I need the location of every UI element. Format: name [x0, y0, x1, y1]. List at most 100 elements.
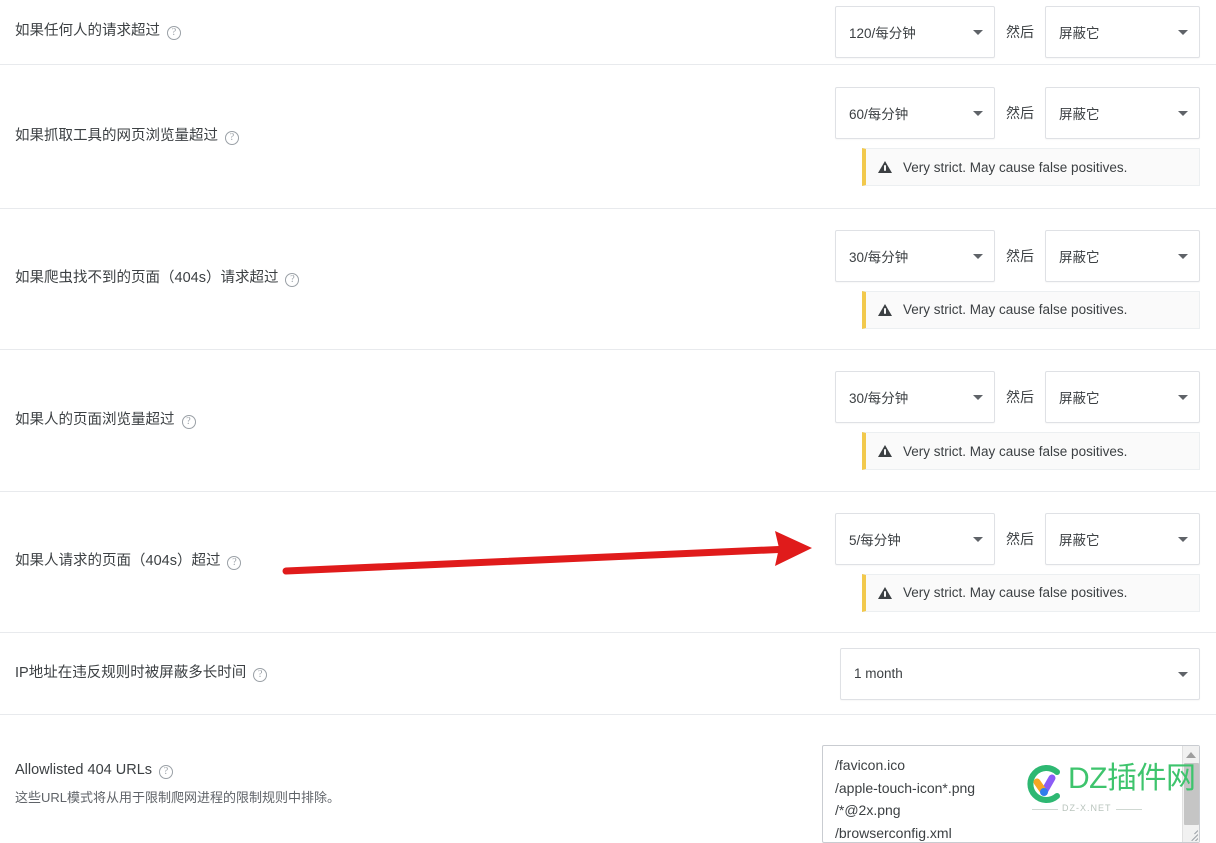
control-line: 5/每分钟 然后 屏蔽它 [835, 512, 1200, 565]
table-row: 如果人的页面浏览量超过 ? 30/每分钟 然后 屏蔽它 Very strict.… [0, 350, 1216, 492]
chevron-down-icon [973, 395, 983, 400]
row-label-text: 如果爬虫找不到的页面（404s）请求超过 [15, 270, 279, 287]
scroll-up-arrow-icon[interactable] [1186, 752, 1196, 758]
chevron-down-icon [973, 253, 983, 259]
allowlist-textarea-wrap [822, 745, 1200, 843]
row-label: 如果爬虫找不到的页面（404s）请求超过 ? [15, 268, 300, 290]
allowlisted-404-urls-row: Allowlisted 404 URLs ? 这些URL模式将从用于限制爬网进程… [0, 715, 1216, 843]
row-label-text: Allowlisted 404 URLs [15, 762, 153, 778]
warning-banner: Very strict. May cause false positives. [862, 290, 1200, 329]
action-value: 屏蔽它 [1059, 391, 1100, 406]
action-value: 屏蔽它 [1059, 26, 1100, 41]
block-duration-value: 1 month [854, 666, 903, 681]
action-value: 屏蔽它 [1059, 107, 1100, 122]
chevron-down-icon [973, 536, 983, 542]
warning-text: Very strict. May cause false positives. [903, 159, 1128, 175]
allowlist-404-urls-textarea[interactable] [822, 745, 1200, 843]
row-label-cell: Allowlisted 404 URLs ? 这些URL模式将从用于限制爬网进程… [15, 733, 822, 808]
row-label-cell: 如果人的页面浏览量超过 ? [15, 410, 835, 432]
control-line: 1 month [840, 647, 1200, 700]
warning-text: Very strict. May cause false positives. [903, 443, 1128, 459]
table-row: 如果抓取工具的网页浏览量超过 ? 60/每分钟 然后 屏蔽它 Very stri… [0, 65, 1216, 209]
warning-triangle-icon [878, 586, 892, 599]
chevron-down-icon [973, 111, 983, 116]
table-row: 如果爬虫找不到的页面（404s）请求超过 ? 30/每分钟 然后 屏蔽它 Ver… [0, 209, 1216, 350]
rate-threshold-select[interactable]: 60/每分钟 [835, 87, 995, 139]
action-value: 屏蔽它 [1059, 249, 1100, 265]
block-duration-select[interactable]: 1 month [840, 647, 1200, 700]
warning-triangle-icon [878, 161, 892, 173]
row-controls: 120/每分钟 然后 屏蔽它 [835, 0, 1200, 72]
row-label-cell: IP地址在违反规则时被屏蔽多长时间 ? [15, 663, 840, 685]
row-controls: 5/每分钟 然后 屏蔽它 Very strict. May cause fals… [835, 499, 1200, 626]
row-label: 如果人请求的页面（404s）超过 ? [15, 551, 242, 573]
action-select[interactable]: 屏蔽它 [1045, 229, 1200, 282]
row-controls: 1 month [840, 634, 1200, 714]
warning-banner: Very strict. May cause false positives. [862, 573, 1200, 612]
rate-limiting-settings-table: 如果任何人的请求超过 ? 120/每分钟 然后 屏蔽它 如果抓取工具的网页浏览量 [0, 0, 1216, 843]
row-label-text: IP地址在违反规则时被屏蔽多长时间 [15, 664, 247, 681]
warning-text: Very strict. May cause false positives. [903, 302, 1128, 317]
rate-threshold-value: 5/每分钟 [849, 532, 901, 548]
then-label: 然后 [1006, 247, 1034, 264]
warning-banner: Very strict. May cause false positives. [862, 432, 1200, 470]
textarea-resize-handle[interactable] [1185, 828, 1198, 841]
row-label-text: 如果任何人的请求超过 [15, 23, 160, 40]
rate-threshold-select[interactable]: 5/每分钟 [835, 512, 995, 565]
control-line: 60/每分钟 然后 屏蔽它 [835, 87, 1200, 139]
row-label-text: 如果人请求的页面（404s）超过 [15, 553, 221, 570]
rate-threshold-value: 30/每分钟 [849, 249, 909, 265]
chevron-down-icon [1178, 111, 1188, 116]
row-label-cell: 如果任何人的请求超过 ? [15, 21, 835, 43]
rate-threshold-value: 120/每分钟 [849, 26, 916, 41]
rate-threshold-value: 60/每分钟 [849, 107, 909, 122]
row-label: 如果任何人的请求超过 ? [15, 21, 181, 43]
rate-threshold-value: 30/每分钟 [849, 391, 909, 406]
help-icon[interactable]: ? [159, 764, 174, 779]
action-select[interactable]: 屏蔽它 [1045, 6, 1200, 58]
then-label: 然后 [1006, 105, 1034, 121]
row-label: 如果人的页面浏览量超过 ? [15, 410, 196, 432]
warning-triangle-icon [878, 303, 892, 316]
action-select[interactable]: 屏蔽它 [1045, 512, 1200, 565]
rate-threshold-select[interactable]: 120/每分钟 [835, 6, 995, 58]
row-controls: 60/每分钟 然后 屏蔽它 Very strict. May cause fal… [835, 73, 1200, 200]
table-row: 如果人请求的页面（404s）超过 ? 5/每分钟 然后 屏蔽它 Very str… [0, 492, 1216, 633]
rate-threshold-select[interactable]: 30/每分钟 [835, 371, 995, 423]
help-icon[interactable]: ? [167, 26, 181, 40]
chevron-down-icon [1178, 30, 1188, 35]
then-label: 然后 [1006, 530, 1034, 547]
chevron-down-icon [1178, 395, 1188, 400]
warning-text: Very strict. May cause false positives. [903, 585, 1128, 600]
table-row: 如果任何人的请求超过 ? 120/每分钟 然后 屏蔽它 [0, 0, 1216, 65]
help-icon[interactable]: ? [181, 414, 196, 429]
chevron-down-icon [1178, 253, 1188, 259]
row-label: IP地址在违反规则时被屏蔽多长时间 ? [15, 663, 268, 685]
control-line: 120/每分钟 然后 屏蔽它 [835, 6, 1200, 58]
row-controls: 30/每分钟 然后 屏蔽它 Very strict. May cause fal… [835, 216, 1200, 343]
row-controls [822, 733, 1200, 843]
scrollbar-thumb[interactable] [1184, 763, 1199, 825]
warning-triangle-icon [878, 445, 892, 457]
help-icon[interactable]: ? [285, 273, 300, 287]
chevron-down-icon [973, 30, 983, 35]
row-label-cell: 如果人请求的页面（404s）超过 ? [15, 551, 835, 573]
then-label: 然后 [1006, 24, 1034, 40]
action-select[interactable]: 屏蔽它 [1045, 87, 1200, 139]
then-label: 然后 [1006, 389, 1034, 405]
rate-threshold-select[interactable]: 30/每分钟 [835, 229, 995, 282]
help-icon[interactable]: ? [253, 667, 268, 682]
chevron-down-icon [1178, 671, 1188, 677]
row-label-text: 如果人的页面浏览量超过 [15, 411, 175, 428]
warning-banner: Very strict. May cause false positives. [862, 148, 1200, 186]
action-select[interactable]: 屏蔽它 [1045, 371, 1200, 423]
row-label-cell: 如果抓取工具的网页浏览量超过 ? [15, 126, 835, 148]
control-line: 30/每分钟 然后 屏蔽它 [835, 229, 1200, 282]
control-line: 30/每分钟 然后 屏蔽它 [835, 371, 1200, 423]
row-label-text: 如果抓取工具的网页浏览量超过 [15, 127, 218, 144]
help-icon[interactable]: ? [227, 556, 242, 570]
row-label: Allowlisted 404 URLs ? [15, 760, 174, 782]
row-label-cell: 如果爬虫找不到的页面（404s）请求超过 ? [15, 268, 835, 290]
help-icon[interactable]: ? [225, 130, 239, 145]
action-value: 屏蔽它 [1059, 532, 1100, 548]
